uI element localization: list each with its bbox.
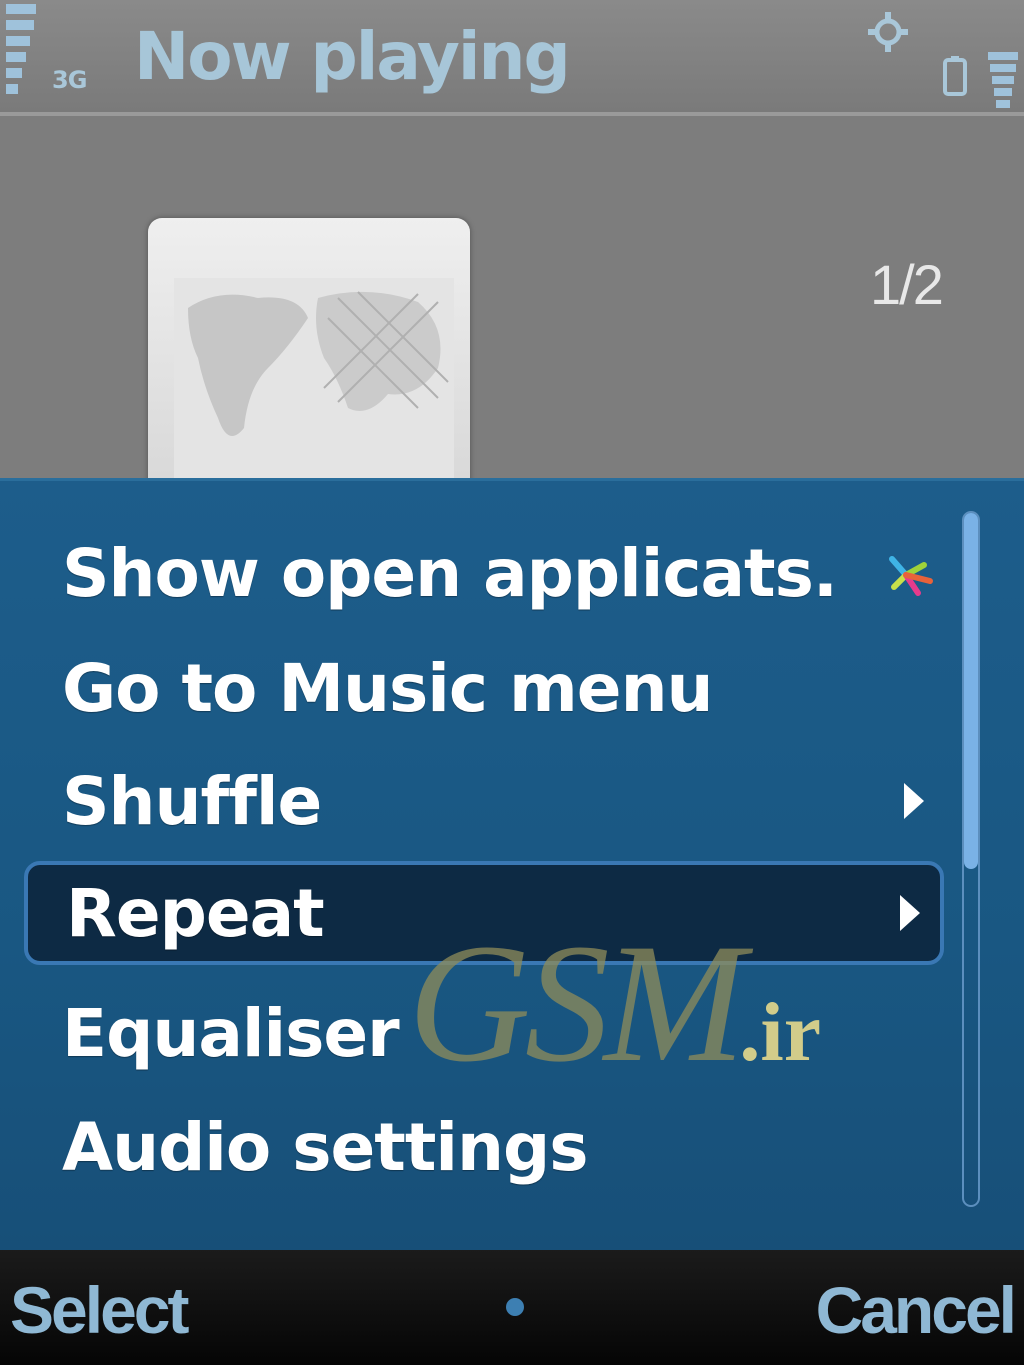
cancel-softkey[interactable]: Cancel xyxy=(816,1272,1017,1348)
battery-icon xyxy=(988,52,1018,108)
menu-item-shuffle[interactable]: Shuffle xyxy=(24,749,944,853)
submenu-arrow-icon xyxy=(900,895,920,931)
mini-battery-icon xyxy=(943,56,967,96)
network-type-label: 3G xyxy=(52,66,87,94)
submenu-arrow-icon xyxy=(904,783,924,819)
menu-item-show-open-applications[interactable]: Show open applicats. xyxy=(24,521,944,625)
status-bar: 3G Now playing xyxy=(0,0,1024,116)
task-switch-icon xyxy=(889,556,933,596)
menu-item-label: Audio settings xyxy=(62,1108,589,1186)
album-art xyxy=(148,218,470,488)
watermark: GSM.ir xyxy=(408,906,821,1101)
menu-item-label: Go to Music menu xyxy=(62,649,714,727)
scrollbar-thumb[interactable] xyxy=(964,513,978,869)
watermark-tld: .ir xyxy=(739,986,822,1079)
options-menu: Show open applicats. Go to Music menu Sh… xyxy=(0,478,1024,1253)
watermark-logo: GSM xyxy=(408,909,745,1097)
settings-icon xyxy=(868,12,908,52)
menu-item-label: Show open applicats. xyxy=(62,534,838,612)
page-title: Now playing xyxy=(134,18,571,95)
signal-strength-icon xyxy=(6,4,36,94)
select-softkey[interactable]: Select xyxy=(10,1272,189,1348)
menu-item-go-to-music-menu[interactable]: Go to Music menu xyxy=(24,636,944,740)
menu-item-label: Shuffle xyxy=(62,762,322,840)
menu-item-label: Repeat xyxy=(66,874,325,952)
menu-item-label: Equaliser xyxy=(62,994,400,1072)
softkey-bar: Select Cancel xyxy=(0,1250,1024,1365)
menu-item-audio-settings[interactable]: Audio settings xyxy=(24,1095,944,1199)
menu-scrollbar[interactable] xyxy=(956,511,990,1211)
world-map-album-art-icon xyxy=(174,278,454,488)
center-softkey-indicator[interactable] xyxy=(506,1298,524,1316)
track-counter: 1/2 xyxy=(870,253,944,316)
